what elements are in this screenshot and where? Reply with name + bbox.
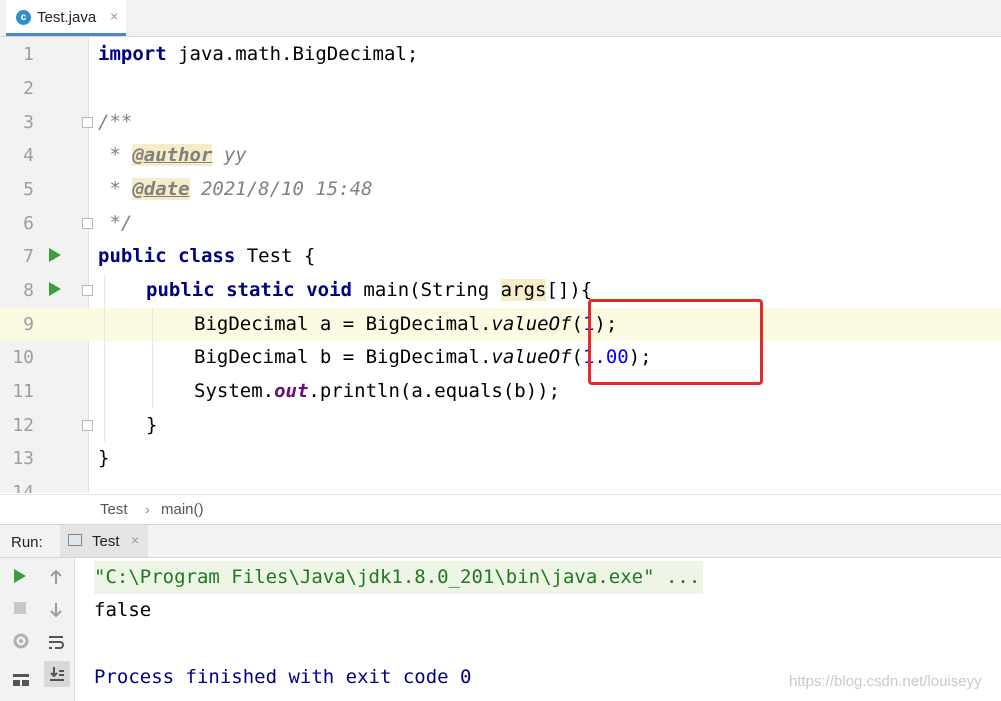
editor-tab-bar: c Test.java ×: [0, 0, 1001, 37]
code-text: java.math.BigDecimal;: [166, 43, 419, 65]
fold-marker-icon[interactable]: [82, 117, 93, 128]
line-number: 3: [23, 112, 34, 133]
layout-icon[interactable]: [12, 672, 30, 688]
static-field: out: [274, 380, 309, 402]
code-text: (: [571, 346, 583, 368]
run-toolbar: [0, 558, 75, 701]
keyword: public: [146, 279, 215, 301]
indent-guide: [152, 308, 153, 409]
keyword: class: [178, 245, 236, 267]
highlight-annotation-box: [588, 299, 763, 385]
comment-text: 2021/8/10 15:48: [189, 178, 373, 200]
run-tab-label: Test: [92, 533, 120, 550]
arrow-down-icon[interactable]: [48, 601, 64, 619]
console-icon: [68, 534, 82, 546]
method-name: valueOf: [491, 346, 572, 368]
keyword: void: [306, 279, 352, 301]
line-number: 8: [23, 280, 34, 301]
keyword: public: [98, 245, 167, 267]
code-text: System.: [194, 380, 275, 402]
keyword: static: [226, 279, 295, 301]
line-number: 10: [12, 347, 34, 368]
line-number: 12: [12, 415, 34, 436]
javadoc-tag: @author: [132, 144, 213, 166]
console-output-line: false: [94, 599, 152, 621]
code-line-8: public static void main(String args[]){: [146, 274, 592, 307]
breadcrumb: Test › main(): [0, 494, 1001, 525]
code-text: BigDecimal b = BigDecimal.: [194, 346, 492, 368]
stop-icon[interactable]: [13, 601, 27, 615]
rerun-icon[interactable]: [12, 567, 28, 585]
run-class-icon[interactable]: [49, 248, 61, 262]
breadcrumb-item-class[interactable]: Test: [100, 501, 128, 518]
fold-marker-icon[interactable]: [82, 420, 93, 431]
code-line-10: BigDecimal b = BigDecimal.valueOf(1.00);: [194, 341, 652, 374]
arrow-up-icon[interactable]: [48, 568, 64, 586]
code-line-3: /**: [98, 111, 133, 133]
code-text: Test {: [235, 245, 316, 267]
code-line-7: public class Test {: [98, 240, 315, 273]
run-main-icon[interactable]: [49, 282, 61, 296]
code-line-13: }: [98, 447, 110, 469]
breadcrumb-separator: ›: [145, 501, 150, 517]
watermark: https://blog.csdn.net/louiseyy: [789, 673, 982, 690]
line-number: 5: [23, 179, 34, 200]
method-name: valueOf: [491, 313, 572, 335]
scroll-to-end-button[interactable]: [44, 661, 70, 687]
code-text: .println(a.equals(b));: [308, 380, 561, 402]
run-panel-header: Run: Test ×: [0, 525, 1001, 558]
code-line-5: * @date 2021/8/10 15:48: [98, 173, 373, 206]
line-number: 9: [23, 314, 34, 335]
line-number: 1: [23, 44, 34, 65]
code-text: []){: [546, 279, 593, 301]
line-number: 4: [23, 145, 34, 166]
code-editor[interactable]: 1 2 3 4 5 6 7 8 9 10 11 12 13 14 import …: [0, 37, 1001, 493]
soft-wrap-icon[interactable]: [47, 633, 65, 651]
file-tab-test-java[interactable]: c Test.java ×: [6, 0, 126, 36]
code-line-12: }: [146, 414, 158, 436]
keyword: import: [98, 43, 167, 65]
java-class-icon: c: [16, 10, 31, 25]
indent-guide: [104, 274, 105, 442]
comment-text: *: [98, 178, 133, 200]
file-tab-label: Test.java: [37, 9, 97, 26]
comment-text: *: [98, 144, 133, 166]
close-run-tab-icon[interactable]: ×: [131, 532, 139, 548]
run-panel-label: Run:: [11, 534, 43, 551]
close-tab-icon[interactable]: ×: [110, 8, 118, 24]
line-number: 7: [23, 246, 34, 267]
comment-text: yy: [212, 144, 247, 166]
line-number: 14: [12, 482, 34, 493]
code-line-1: import java.math.BigDecimal;: [98, 38, 418, 71]
parameter-name: args: [500, 279, 547, 301]
line-number: 13: [12, 448, 34, 469]
code-line-4: * @author yy: [98, 139, 247, 172]
debug-settings-icon[interactable]: [12, 632, 30, 650]
fold-marker-icon[interactable]: [82, 218, 93, 229]
console-command-line: "C:\Program Files\Java\jdk1.8.0_201\bin\…: [94, 561, 704, 594]
breadcrumb-item-method[interactable]: main(): [161, 501, 204, 518]
run-config-tab[interactable]: Test ×: [60, 525, 148, 557]
fold-marker-icon[interactable]: [82, 285, 93, 296]
code-line-11: System.out.println(a.equals(b));: [194, 375, 560, 408]
code-text: main(String: [351, 279, 501, 301]
line-number: 2: [23, 78, 34, 99]
line-number: 6: [23, 213, 34, 234]
javadoc-tag: @date: [132, 178, 190, 200]
console-exit-line: Process finished with exit code 0: [94, 666, 472, 688]
code-text: (: [571, 313, 583, 335]
line-number: 11: [12, 381, 34, 402]
scroll-to-end-icon: [50, 667, 64, 681]
code-text: BigDecimal a = BigDecimal.: [194, 313, 492, 335]
code-line-9: BigDecimal a = BigDecimal.valueOf(1);: [194, 308, 617, 341]
code-line-6: */: [98, 212, 133, 234]
